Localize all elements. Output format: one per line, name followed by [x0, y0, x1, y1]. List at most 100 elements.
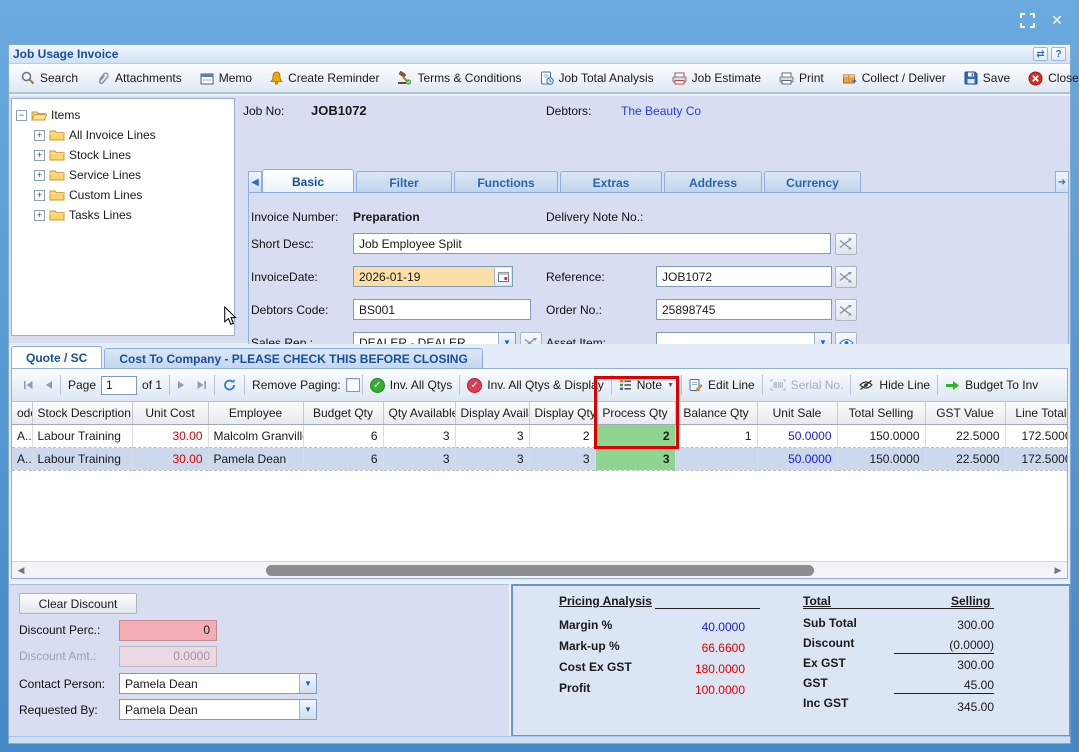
cell-desc[interactable]: Labour Training [32, 447, 132, 470]
expand-icon[interactable]: + [34, 130, 45, 141]
cell-line-total[interactable]: 172.5000 [1005, 447, 1067, 470]
cell-unit-sale[interactable]: 50.0000 [757, 447, 837, 470]
order-no-input[interactable]: 25898745 [656, 299, 832, 320]
cell-gst-value[interactable]: 22.5000 [925, 424, 1005, 447]
remove-paging-checkbox[interactable] [346, 378, 360, 392]
col-stock-description[interactable]: Stock Description [32, 402, 132, 424]
cell-display-available[interactable]: 3 [455, 424, 529, 447]
inv-all-qtys-display-button[interactable]: ✓Inv. All Qtys & Display [462, 378, 608, 393]
refresh-grid-icon[interactable] [217, 378, 242, 392]
scroll-left-icon[interactable]: ◀ [12, 565, 30, 576]
chevron-down-icon[interactable]: ▼ [299, 700, 316, 719]
cell-display-available[interactable]: 3 [455, 447, 529, 470]
window-close-icon[interactable]: ✕ [1049, 12, 1065, 28]
cell-unit-cost[interactable]: 30.00 [132, 447, 208, 470]
order-no-lookup-button[interactable] [835, 299, 857, 321]
tab-functions[interactable]: Functions [454, 171, 558, 193]
next-page-icon[interactable] [172, 380, 191, 390]
cell-balance-qty[interactable] [675, 447, 757, 470]
refresh-button[interactable]: ⇄ [1033, 47, 1048, 61]
tab-address[interactable]: Address [664, 171, 762, 193]
reference-lookup-button[interactable] [835, 266, 857, 288]
job-estimate-button[interactable]: Job Estimate [665, 67, 768, 89]
note-dropdown-button[interactable]: Note▼ [614, 378, 679, 392]
col-unit-cost[interactable]: Unit Cost [132, 402, 208, 424]
tree-item-all-invoice-lines[interactable]: + All Invoice Lines [16, 125, 230, 145]
tab-filter[interactable]: Filter [356, 171, 452, 193]
reference-input[interactable]: JOB1072 [656, 266, 832, 287]
save-button[interactable]: Save [957, 67, 1017, 89]
cell-process-qty[interactable]: 2 [595, 424, 675, 447]
scroll-right-icon[interactable]: ▶ [1049, 565, 1067, 576]
col-line-total[interactable]: Line Total [1005, 402, 1067, 424]
clear-discount-button[interactable]: Clear Discount [19, 593, 137, 614]
cell-unit-sale[interactable]: 50.0000 [757, 424, 837, 447]
cell-gst-value[interactable]: 22.5000 [925, 447, 1005, 470]
search-button[interactable]: Search [14, 67, 85, 89]
table-row[interactable]: A... Labour Training 30.00 Malcolm Granv… [12, 424, 1067, 447]
budget-to-inv-button[interactable]: Budget To Inv [940, 378, 1043, 392]
col-employee[interactable]: Employee [208, 402, 303, 424]
cell-total-selling[interactable]: 150.0000 [837, 424, 925, 447]
inv-all-qtys-button[interactable]: ✓Inv. All Qtys [365, 378, 457, 393]
short-desc-lookup-button[interactable] [835, 233, 857, 255]
invoice-date-input[interactable]: 2026-01-19 [353, 266, 513, 287]
memo-button[interactable]: Memo [193, 67, 259, 89]
print-button[interactable]: Print [772, 67, 831, 89]
tab-quote-sc[interactable]: Quote / SC [11, 346, 102, 368]
cell-budget-qty[interactable]: 6 [303, 447, 383, 470]
last-page-icon[interactable] [191, 380, 212, 390]
horizontal-scrollbar[interactable]: ◀ ▶ [12, 561, 1067, 578]
first-page-icon[interactable] [18, 380, 39, 390]
col-qty-available[interactable]: Qty Available [383, 402, 455, 424]
tree-item-tasks-lines[interactable]: + Tasks Lines [16, 205, 230, 225]
cell-unit-cost[interactable]: 30.00 [132, 424, 208, 447]
cell-qty-available[interactable]: 3 [383, 447, 455, 470]
col-unit-sale[interactable]: Unit Sale [757, 402, 837, 424]
short-desc-input[interactable]: Job Employee Split [353, 233, 831, 254]
discount-perc-input[interactable]: 0 [119, 620, 217, 641]
debtors-link[interactable]: The Beauty Co [621, 104, 701, 118]
tab-scroll-right-icon[interactable]: ➜ [1055, 171, 1069, 193]
col-display-qty[interactable]: Display Qty [529, 402, 595, 424]
cell-qty-available[interactable]: 3 [383, 424, 455, 447]
tab-cost-to-company[interactable]: Cost To Company - PLEASE CHECK THIS BEFO… [104, 348, 482, 368]
calendar-icon[interactable] [494, 268, 511, 285]
col-balance-qty[interactable]: Balance Qty [675, 402, 757, 424]
tree-item-items[interactable]: − Items [16, 105, 230, 125]
create-reminder-button[interactable]: Create Reminder [263, 67, 386, 89]
tab-basic[interactable]: Basic [262, 169, 354, 193]
tab-extras[interactable]: Extras [560, 171, 662, 193]
page-input[interactable]: 1 [101, 376, 137, 395]
col-budget-qty[interactable]: Budget Qty [303, 402, 383, 424]
cell-display-qty[interactable]: 3 [529, 447, 595, 470]
hide-line-button[interactable]: Hide Line [853, 378, 935, 392]
job-total-analysis-button[interactable]: Job Total Analysis [533, 67, 661, 89]
cell-code[interactable]: A... [12, 447, 32, 470]
edit-line-button[interactable]: Edit Line [684, 378, 760, 392]
tree-item-custom-lines[interactable]: + Custom Lines [16, 185, 230, 205]
col-display-available[interactable]: Display Availa [455, 402, 529, 424]
cell-display-qty[interactable]: 2 [529, 424, 595, 447]
cell-balance-qty[interactable]: 1 [675, 424, 757, 447]
maximize-icon[interactable] [1019, 12, 1035, 28]
chevron-down-icon[interactable]: ▼ [299, 674, 316, 693]
col-code[interactable]: ode [12, 402, 32, 424]
expand-icon[interactable]: + [34, 190, 45, 201]
help-button[interactable]: ? [1051, 47, 1066, 61]
contact-person-select[interactable]: Pamela Dean ▼ [119, 673, 317, 694]
expand-icon[interactable]: + [34, 150, 45, 161]
cell-desc[interactable]: Labour Training [32, 424, 132, 447]
debtors-code-input[interactable]: BS001 [353, 299, 531, 320]
col-gst-value[interactable]: GST Value [925, 402, 1005, 424]
attachments-button[interactable]: Attachments [89, 67, 189, 89]
cell-total-selling[interactable]: 150.0000 [837, 447, 925, 470]
prev-page-icon[interactable] [39, 380, 58, 390]
tab-currency[interactable]: Currency [764, 171, 861, 193]
cell-code[interactable]: A... [12, 424, 32, 447]
tree-item-stock-lines[interactable]: + Stock Lines [16, 145, 230, 165]
scrollbar-thumb[interactable] [266, 565, 814, 576]
serial-no-button[interactable]: Serial No. [765, 378, 849, 392]
collapse-icon[interactable]: − [16, 110, 27, 121]
col-process-qty[interactable]: Process Qty [595, 402, 675, 424]
